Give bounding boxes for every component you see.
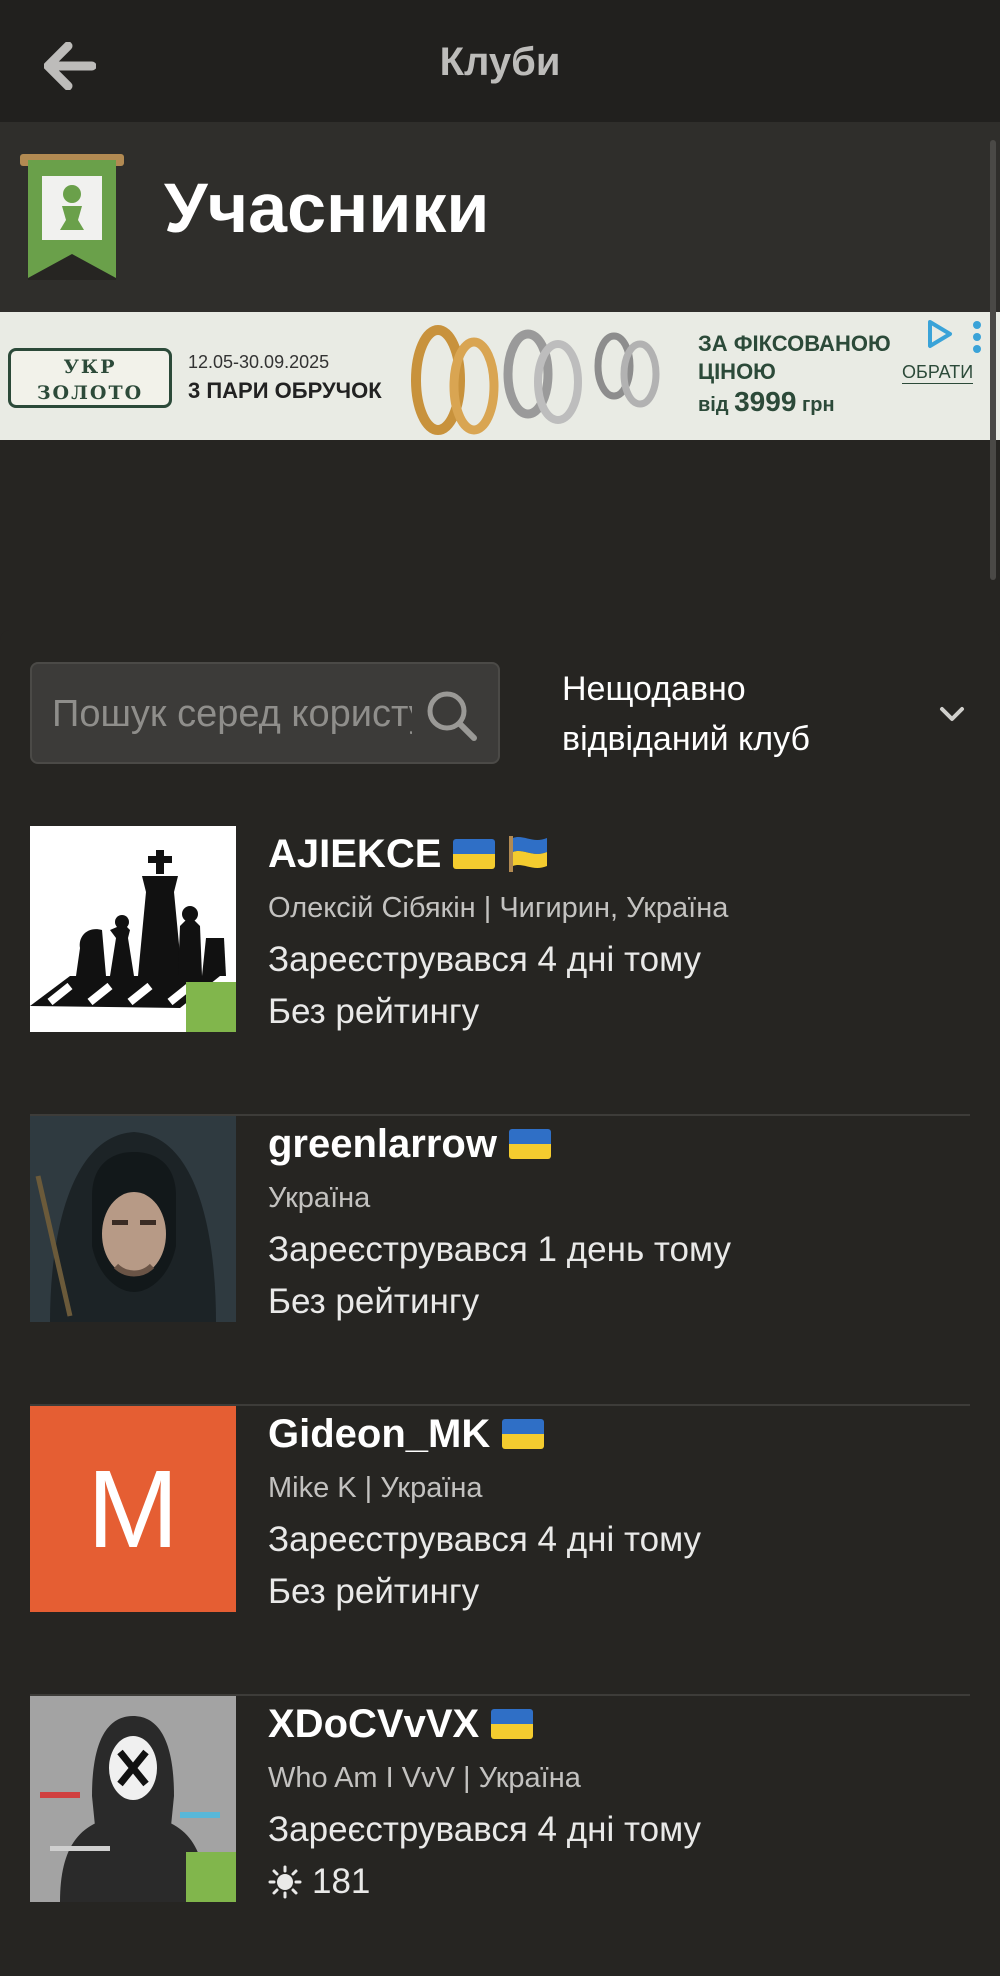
member-info: Gideon_MK Mike K | Україна Зареєструвавс… (268, 1406, 968, 1616)
top-bar: Клуби (0, 0, 1000, 122)
member-avatar[interactable] (30, 826, 236, 1032)
ukraine-flag-icon (491, 1709, 534, 1739)
member-rating-value: Без рейтингу (268, 1282, 480, 1321)
waving-ukraine-flag-icon (509, 836, 548, 872)
ad-brand-logo: УКР ЗОЛОТО (8, 348, 172, 408)
member-rating-value: Без рейтингу (268, 992, 480, 1031)
member-row[interactable]: M Gideon_MK Mike K | Україна Зареєструва… (30, 1406, 970, 1696)
member-info: AJIEKCE Олексій Сібякін | Чигирин, Украї… (268, 826, 968, 1036)
member-rating: Без рейтингу (268, 1568, 968, 1616)
member-username[interactable]: AJIEKCE (268, 832, 441, 877)
member-info: greenlarrow Україна Зареєструвався 1 ден… (268, 1116, 968, 1326)
member-avatar[interactable]: M (30, 1406, 236, 1612)
member-rating-value: 181 (312, 1862, 371, 1901)
member-realname: Mike K | Україна (268, 1472, 483, 1504)
scrollbar[interactable] (990, 140, 996, 580)
member-row[interactable]: AJIEKCE Олексій Сібякін | Чигирин, Украї… (30, 826, 970, 1116)
top-bar-title: Клуби (439, 40, 561, 84)
ad-fixed-line2: ЦІНОЮ (698, 359, 776, 384)
club-banner-icon (20, 154, 124, 280)
member-avatar[interactable] (30, 1116, 236, 1322)
ad-cta-button[interactable]: ОБРАТИ (902, 362, 974, 384)
daily-rating-icon (268, 1865, 302, 1899)
ad-price-currency: грн (801, 394, 835, 416)
rings-image (411, 325, 660, 435)
page-title: Учасники (164, 169, 490, 247)
ad-banner[interactable]: УКР ЗОЛОТО 12.05-30.09.2025 3 ПАРИ ОБРУЧ… (0, 312, 1000, 440)
ukraine-flag-icon (453, 839, 496, 869)
ad-price-value: 3999 (734, 386, 797, 417)
username-row: XDoCVvVX (268, 1696, 968, 1752)
online-status-indicator (186, 982, 236, 1032)
ad-price: від 3999 грн (698, 386, 835, 418)
member-rating: 181 (268, 1858, 968, 1906)
member-username[interactable]: Gideon_MK (268, 1412, 490, 1457)
page-header: Учасники (0, 122, 1000, 312)
search-icon[interactable] (424, 688, 480, 744)
member-info: XDoCVvVX Who Am I VvV | Україна Зареєстр… (268, 1696, 968, 1906)
ad-fixed-line1: ЗА ФІКСОВАНОЮ (698, 331, 891, 356)
member-avatar[interactable] (30, 1696, 236, 1902)
member-joined: Зареєструвався 4 дні тому (268, 1520, 702, 1559)
ad-dates: 12.05-30.09.2025 (188, 352, 330, 372)
hooded-figure-avatar-image (30, 1116, 236, 1322)
member-rating: Без рейтингу (268, 1278, 968, 1326)
member-rating: Без рейтингу (268, 988, 968, 1036)
ad-offer: 3 ПАРИ ОБРУЧОК (188, 378, 382, 403)
ukraine-flag-icon (502, 1419, 545, 1449)
member-realname: Україна (268, 1182, 371, 1214)
username-row: Gideon_MK (268, 1406, 968, 1462)
online-status-indicator (186, 1852, 236, 1902)
member-joined: Зареєструвався 4 дні тому (268, 1810, 702, 1849)
member-row[interactable]: XDoCVvVX Who Am I VvV | Україна Зареєстр… (30, 1696, 970, 1976)
member-row[interactable]: greenlarrow Україна Зареєструвався 1 ден… (30, 1116, 970, 1406)
member-username[interactable]: greenlarrow (268, 1122, 497, 1167)
avatar-letter: M (87, 1447, 179, 1571)
member-joined: Зареєструвався 4 дні тому (268, 940, 702, 979)
member-username[interactable]: XDoCVvVX (268, 1702, 479, 1747)
username-row: AJIEKCE (268, 826, 968, 882)
member-joined: Зареєструвався 1 день тому (268, 1230, 731, 1269)
member-realname: Who Am I VvV | Україна (268, 1762, 581, 1794)
ad-choices-icon[interactable] (926, 318, 954, 350)
club-filter-dropdown[interactable]: Нещодавно відвіданий клуб (562, 664, 982, 764)
ad-brand-line2: ЗОЛОТО (36, 382, 144, 404)
ukraine-flag-icon (508, 1129, 551, 1159)
ad-brand-line1: УКР (63, 356, 117, 378)
member-search-box[interactable] (30, 662, 500, 764)
ad-fixed-price-text: ЗА ФІКСОВАНОЮ ЦІНОЮ (698, 330, 891, 386)
ad-price-prefix: від (698, 394, 729, 416)
chevron-down-icon (940, 707, 964, 721)
member-search-input[interactable] (52, 686, 412, 742)
member-rating-value: Без рейтингу (268, 1572, 480, 1611)
username-row: greenlarrow (268, 1116, 968, 1172)
filter-selected-value: Нещодавно відвіданий клуб (562, 670, 810, 758)
member-realname: Олексій Сібякін | Чигирин, Україна (268, 892, 729, 924)
more-vertical-icon[interactable] (966, 320, 988, 354)
